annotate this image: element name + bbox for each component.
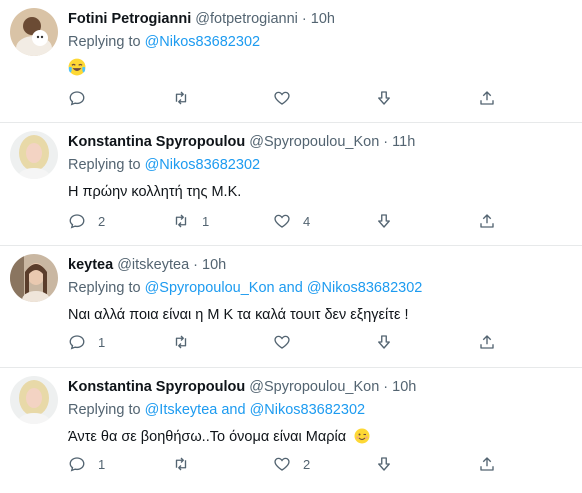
face-with-tears-of-joy-icon (68, 58, 86, 76)
down-arrow-icon (378, 214, 390, 228)
retweet-button[interactable] (172, 88, 190, 108)
heart-icon (274, 91, 290, 105)
retweet-icon (175, 214, 187, 228)
tweet-actions: 1 (68, 332, 508, 352)
retweet-icon (175, 457, 187, 471)
share-icon (480, 214, 494, 228)
like-button[interactable] (273, 88, 291, 108)
reply-icon (69, 214, 85, 229)
reply-count: 1 (98, 456, 106, 472)
retweet-icon (175, 335, 187, 349)
tweet-actions: 2 1 4 (68, 211, 508, 231)
replying-prefix: Replying to (68, 402, 141, 418)
retweet-icon (175, 91, 187, 105)
heart-icon (274, 335, 290, 349)
downvote-button[interactable] (375, 211, 393, 231)
replying-prefix: Replying to (68, 157, 141, 173)
separator-dot: · (383, 379, 389, 395)
retweet-button[interactable] (172, 332, 190, 352)
replying-to-link[interactable]: @Itskeytea and @Nikos83682302 (145, 402, 366, 418)
tweet[interactable]: Konstantina Spyropoulou @Spyropoulou_Kon… (0, 368, 582, 493)
tweet-text (68, 58, 572, 79)
tweet-actions (68, 88, 508, 108)
replying-prefix: Replying to (68, 280, 141, 296)
winking-face-icon (354, 428, 370, 444)
downvote-button[interactable] (375, 88, 393, 108)
avatar[interactable] (10, 254, 58, 302)
reply-button[interactable]: 1 (68, 454, 105, 474)
share-icon (480, 457, 494, 471)
avatar[interactable] (10, 131, 58, 179)
replying-to-link[interactable]: @Spyropoulou_Kon and @Nikos83682302 (145, 280, 423, 296)
heart-icon (274, 214, 290, 228)
tweet-text: Ναι αλλά ποια είναι η Μ Κ τα καλά τουιτ … (68, 307, 409, 323)
share-icon (480, 91, 494, 105)
replying-prefix: Replying to (68, 34, 141, 50)
tweet-time[interactable]: 10h (392, 379, 416, 395)
share-icon (480, 335, 494, 349)
like-button[interactable]: 4 (273, 211, 310, 231)
author-name[interactable]: Konstantina Spyropoulou (68, 134, 245, 150)
author-handle[interactable]: @Spyropoulou_Kon (249, 379, 379, 395)
tweet[interactable]: keytea @itskeytea · 10h Replying to @Spy… (0, 246, 582, 368)
reply-count: 2 (98, 213, 106, 229)
tweet-text-content: Άντε θα σε βοηθήσω..Το όνομα είναι Μαρία (68, 429, 347, 445)
author-handle[interactable]: @itskeytea (117, 257, 189, 273)
separator-dot: · (301, 11, 307, 27)
tweet-actions: 1 2 (68, 454, 508, 474)
retweet-button[interactable]: 1 (172, 211, 209, 231)
replying-to: Replying to @Itskeytea and @Nikos8368230… (68, 401, 572, 420)
like-button[interactable]: 2 (273, 454, 310, 474)
author-name[interactable]: Konstantina Spyropoulou (68, 379, 245, 395)
tweet-time[interactable]: 11h (392, 134, 415, 150)
reply-icon (69, 335, 85, 350)
replying-to: Replying to @Nikos83682302 (68, 156, 572, 175)
reply-count: 1 (98, 334, 106, 350)
downvote-button[interactable] (375, 454, 393, 474)
down-arrow-icon (378, 335, 390, 349)
share-button[interactable] (478, 88, 496, 108)
downvote-button[interactable] (375, 332, 393, 352)
tweet-text: Η πρώην κολλητή της Μ.Κ. (68, 184, 242, 200)
replying-to: Replying to @Nikos83682302 (68, 33, 572, 52)
reply-icon (69, 91, 85, 106)
author-name[interactable]: keytea (68, 257, 113, 273)
author-handle[interactable]: @Spyropoulou_Kon (249, 134, 379, 150)
reply-icon (69, 457, 85, 472)
separator-dot: · (383, 134, 389, 150)
tweet-time[interactable]: 10h (202, 257, 226, 273)
tweet-time[interactable]: 10h (311, 11, 335, 27)
like-button[interactable] (273, 332, 291, 352)
tweet[interactable]: Fotini Petrogianni @fotpetrogianni · 10h… (0, 0, 582, 123)
avatar[interactable] (10, 8, 58, 56)
share-button[interactable] (478, 454, 496, 474)
down-arrow-icon (378, 457, 390, 471)
heart-icon (274, 457, 290, 471)
down-arrow-icon (378, 91, 390, 105)
replying-to-link[interactable]: @Nikos83682302 (145, 34, 261, 50)
retweet-count: 1 (202, 213, 210, 229)
like-count: 2 (303, 456, 311, 472)
share-button[interactable] (478, 332, 496, 352)
retweet-button[interactable] (172, 454, 190, 474)
like-count: 4 (303, 213, 311, 229)
reply-button[interactable]: 1 (68, 332, 105, 352)
avatar[interactable] (10, 376, 58, 424)
share-button[interactable] (478, 211, 496, 231)
author-name[interactable]: Fotini Petrogianni (68, 11, 191, 27)
separator-dot: · (193, 257, 199, 273)
author-handle[interactable]: @fotpetrogianni (195, 11, 298, 27)
tweet-text: Άντε θα σε βοηθήσω..Το όνομα είναι Μαρία (68, 428, 572, 447)
reply-button[interactable]: 2 (68, 211, 105, 231)
reply-button[interactable] (68, 88, 86, 108)
tweet[interactable]: Konstantina Spyropoulou @Spyropoulou_Kon… (0, 123, 582, 246)
replying-to: Replying to @Spyropoulou_Kon and @Nikos8… (68, 279, 572, 298)
replying-to-link[interactable]: @Nikos83682302 (145, 157, 261, 173)
